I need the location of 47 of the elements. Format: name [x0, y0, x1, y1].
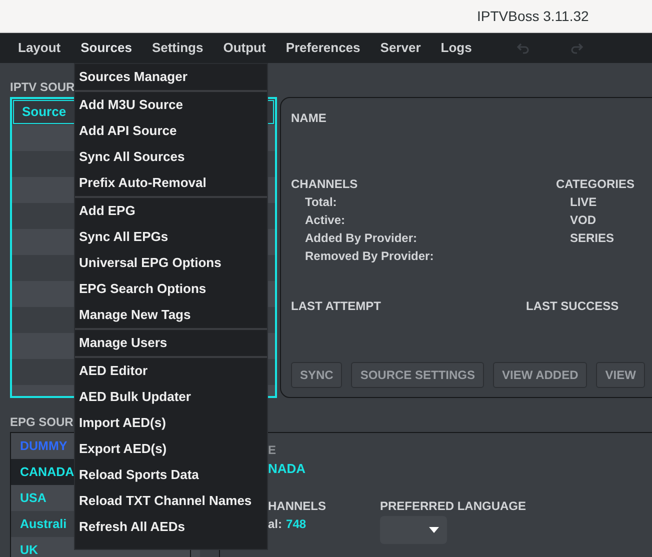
- menu-entry[interactable]: Sync All Sources: [75, 144, 267, 170]
- menu-item[interactable]: Server: [370, 33, 431, 63]
- stat-label: al:: [268, 516, 282, 532]
- stat-value: 748: [286, 516, 306, 532]
- field-label: PREFERRED LANGUAGE: [380, 498, 526, 514]
- field-label: HANNELS: [268, 498, 328, 514]
- field-label: LAST SUCCESS: [526, 298, 619, 315]
- menu-entry[interactable]: Manage Users: [75, 330, 267, 356]
- menu-entry[interactable]: Reload TXT Channel Names: [75, 488, 267, 514]
- language-dropdown[interactable]: [380, 516, 447, 544]
- menu-entry[interactable]: Universal EPG Options: [75, 250, 267, 276]
- menu-item[interactable]: Preferences: [276, 33, 370, 63]
- menu-entry[interactable]: Refresh All AEDs: [75, 514, 267, 540]
- field-label: NAME: [291, 110, 328, 127]
- field-label: CHANNELS: [291, 176, 359, 193]
- menu-item[interactable]: Layout: [8, 33, 71, 63]
- stat-label: Added By Provider:: [304, 230, 418, 247]
- menu-entry[interactable]: Sync All EPGs: [75, 224, 267, 250]
- stat-label: Active:: [304, 212, 346, 229]
- field-label: CATEGORIES: [556, 176, 634, 193]
- menu-entry[interactable]: Import AED(s): [75, 410, 267, 436]
- menu-entry[interactable]: Sources Manager: [75, 64, 267, 90]
- menu-entry[interactable]: Manage New Tags: [75, 302, 267, 328]
- field-value: NADA: [268, 460, 307, 478]
- category-label: VOD: [569, 212, 598, 229]
- field-label: LAST ATTEMPT: [291, 298, 382, 315]
- menu-entry[interactable]: EPG Search Options: [75, 276, 267, 302]
- menu-item[interactable]: Settings: [142, 33, 214, 63]
- menu-entry[interactable]: Add EPG: [75, 198, 267, 224]
- menu-entry[interactable]: AED Bulk Updater: [75, 384, 267, 410]
- caret-icon: [429, 526, 439, 532]
- menu-entry[interactable]: Add M3U Source: [75, 92, 267, 118]
- stat-label: Removed By Provider:: [304, 248, 435, 265]
- menu-entry[interactable]: Add API Source: [75, 118, 267, 144]
- window-title: IPTVBoss 3.11.32: [477, 6, 589, 26]
- menu-entry[interactable]: Export AED(s): [75, 436, 267, 462]
- menu-entry[interactable]: Prefix Auto-Removal: [75, 170, 267, 196]
- field-label: E: [268, 442, 278, 459]
- section-heading: EPG SOUR: [10, 414, 74, 431]
- menu-item[interactable]: Output: [213, 33, 276, 63]
- menu-item[interactable]: Logs: [430, 33, 482, 63]
- category-label: LIVE: [569, 194, 598, 211]
- menu-entry[interactable]: AED Editor: [75, 358, 267, 384]
- category-label: SERIES: [569, 230, 616, 247]
- menu-entry[interactable]: Reload Sports Data: [75, 462, 267, 488]
- section-heading: IPTV SOUR: [10, 79, 75, 96]
- stat-label: Total:: [304, 194, 338, 211]
